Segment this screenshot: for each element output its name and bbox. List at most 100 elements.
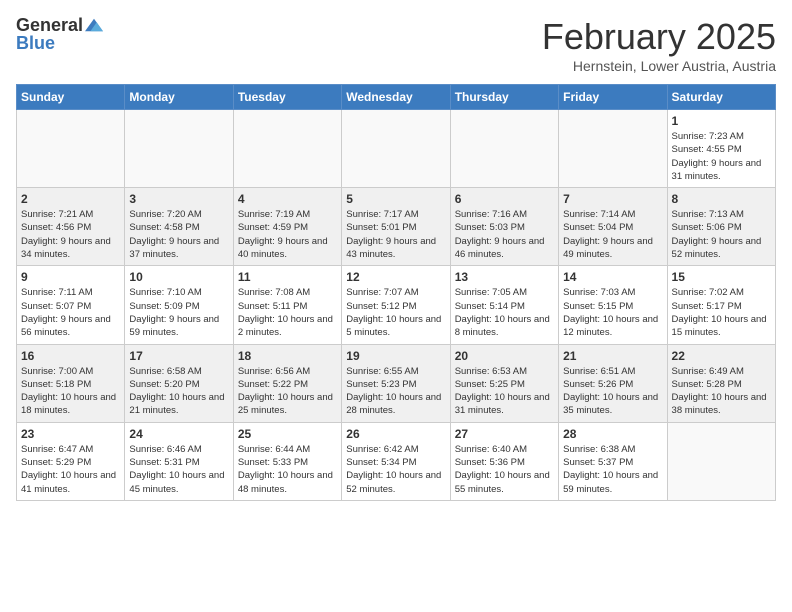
day-info: Sunrise: 7:05 AM Sunset: 5:14 PM Dayligh… bbox=[455, 286, 554, 339]
calendar-day-cell: 1 Sunrise: 7:23 AM Sunset: 4:55 PM Daylig… bbox=[667, 110, 775, 188]
day-number: 19 bbox=[346, 349, 445, 363]
day-number: 21 bbox=[563, 349, 662, 363]
day-number: 3 bbox=[129, 192, 228, 206]
day-info: Sunrise: 7:21 AM Sunset: 4:56 PM Dayligh… bbox=[21, 208, 120, 261]
day-number: 26 bbox=[346, 427, 445, 441]
weekday-header-sunday: Sunday bbox=[17, 85, 125, 110]
logo: General Blue bbox=[16, 16, 103, 52]
day-info: Sunrise: 6:58 AM Sunset: 5:20 PM Dayligh… bbox=[129, 365, 228, 418]
calendar-day-cell: 21 Sunrise: 6:51 AM Sunset: 5:26 PM Dayli… bbox=[559, 344, 667, 422]
calendar-day-cell: 16 Sunrise: 7:00 AM Sunset: 5:18 PM Dayli… bbox=[17, 344, 125, 422]
day-number: 28 bbox=[563, 427, 662, 441]
calendar-day-cell: 9 Sunrise: 7:11 AM Sunset: 5:07 PM Daylig… bbox=[17, 266, 125, 344]
day-info: Sunrise: 7:20 AM Sunset: 4:58 PM Dayligh… bbox=[129, 208, 228, 261]
day-info: Sunrise: 7:03 AM Sunset: 5:15 PM Dayligh… bbox=[563, 286, 662, 339]
day-number: 8 bbox=[672, 192, 771, 206]
calendar-day-cell: 20 Sunrise: 6:53 AM Sunset: 5:25 PM Dayli… bbox=[450, 344, 558, 422]
calendar-week-row: 16 Sunrise: 7:00 AM Sunset: 5:18 PM Dayli… bbox=[17, 344, 776, 422]
weekday-header-tuesday: Tuesday bbox=[233, 85, 341, 110]
location-title: Hernstein, Lower Austria, Austria bbox=[542, 58, 776, 74]
day-number: 1 bbox=[672, 114, 771, 128]
day-number: 23 bbox=[21, 427, 120, 441]
day-number: 6 bbox=[455, 192, 554, 206]
day-number: 5 bbox=[346, 192, 445, 206]
calendar-day-cell bbox=[342, 110, 450, 188]
weekday-header-row: SundayMondayTuesdayWednesdayThursdayFrid… bbox=[17, 85, 776, 110]
day-number: 24 bbox=[129, 427, 228, 441]
calendar-day-cell: 18 Sunrise: 6:56 AM Sunset: 5:22 PM Dayli… bbox=[233, 344, 341, 422]
day-number: 11 bbox=[238, 270, 337, 284]
day-number: 14 bbox=[563, 270, 662, 284]
calendar-day-cell: 5 Sunrise: 7:17 AM Sunset: 5:01 PM Daylig… bbox=[342, 188, 450, 266]
day-number: 2 bbox=[21, 192, 120, 206]
calendar-day-cell: 17Sunrise: 6:58 AM Sunset: 5:20 PM Dayli… bbox=[125, 344, 233, 422]
day-info: Sunrise: 7:08 AM Sunset: 5:11 PM Dayligh… bbox=[238, 286, 337, 339]
day-info: Sunrise: 7:19 AM Sunset: 4:59 PM Dayligh… bbox=[238, 208, 337, 261]
calendar-day-cell: 24 Sunrise: 6:46 AM Sunset: 5:31 PM Dayli… bbox=[125, 422, 233, 500]
calendar-day-cell: 19Sunrise: 6:55 AM Sunset: 5:23 PM Dayli… bbox=[342, 344, 450, 422]
calendar-day-cell: 11 Sunrise: 7:08 AM Sunset: 5:11 PM Dayli… bbox=[233, 266, 341, 344]
logo-general-text: General bbox=[16, 16, 83, 34]
calendar-day-cell bbox=[450, 110, 558, 188]
day-info: Sunrise: 7:11 AM Sunset: 5:07 PM Dayligh… bbox=[21, 286, 120, 339]
day-info: Sunrise: 7:14 AM Sunset: 5:04 PM Dayligh… bbox=[563, 208, 662, 261]
day-info: Sunrise: 6:53 AM Sunset: 5:25 PM Dayligh… bbox=[455, 365, 554, 418]
day-info: Sunrise: 6:44 AM Sunset: 5:33 PM Dayligh… bbox=[238, 443, 337, 496]
logo-blue-text: Blue bbox=[16, 34, 55, 52]
day-number: 20 bbox=[455, 349, 554, 363]
calendar-week-row: 1 Sunrise: 7:23 AM Sunset: 4:55 PM Daylig… bbox=[17, 110, 776, 188]
day-info: Sunrise: 7:13 AM Sunset: 5:06 PM Dayligh… bbox=[672, 208, 771, 261]
day-number: 10 bbox=[129, 270, 228, 284]
calendar-day-cell: 6 Sunrise: 7:16 AM Sunset: 5:03 PM Daylig… bbox=[450, 188, 558, 266]
day-info: Sunrise: 6:47 AM Sunset: 5:29 PM Dayligh… bbox=[21, 443, 120, 496]
day-info: Sunrise: 7:10 AM Sunset: 5:09 PM Dayligh… bbox=[129, 286, 228, 339]
day-number: 13 bbox=[455, 270, 554, 284]
day-number: 9 bbox=[21, 270, 120, 284]
day-number: 16 bbox=[21, 349, 120, 363]
calendar-day-cell bbox=[667, 422, 775, 500]
logo-icon bbox=[85, 18, 103, 32]
day-number: 7 bbox=[563, 192, 662, 206]
day-info: Sunrise: 7:23 AM Sunset: 4:55 PM Dayligh… bbox=[672, 130, 771, 183]
calendar-day-cell: 26 Sunrise: 6:42 AM Sunset: 5:34 PM Dayli… bbox=[342, 422, 450, 500]
calendar-day-cell bbox=[559, 110, 667, 188]
day-info: Sunrise: 6:51 AM Sunset: 5:26 PM Dayligh… bbox=[563, 365, 662, 418]
calendar-day-cell: 25 Sunrise: 6:44 AM Sunset: 5:33 PM Dayli… bbox=[233, 422, 341, 500]
day-info: Sunrise: 6:40 AM Sunset: 5:36 PM Dayligh… bbox=[455, 443, 554, 496]
calendar-day-cell: 27Sunrise: 6:40 AM Sunset: 5:36 PM Dayli… bbox=[450, 422, 558, 500]
day-number: 4 bbox=[238, 192, 337, 206]
day-info: Sunrise: 6:56 AM Sunset: 5:22 PM Dayligh… bbox=[238, 365, 337, 418]
month-title: February 2025 bbox=[542, 16, 776, 58]
day-info: Sunrise: 6:42 AM Sunset: 5:34 PM Dayligh… bbox=[346, 443, 445, 496]
day-info: Sunrise: 7:07 AM Sunset: 5:12 PM Dayligh… bbox=[346, 286, 445, 339]
calendar-week-row: 23 Sunrise: 6:47 AM Sunset: 5:29 PM Dayli… bbox=[17, 422, 776, 500]
day-info: Sunrise: 6:46 AM Sunset: 5:31 PM Dayligh… bbox=[129, 443, 228, 496]
calendar-day-cell: 8 Sunrise: 7:13 AM Sunset: 5:06 PM Daylig… bbox=[667, 188, 775, 266]
weekday-header-monday: Monday bbox=[125, 85, 233, 110]
weekday-header-wednesday: Wednesday bbox=[342, 85, 450, 110]
calendar-week-row: 2 Sunrise: 7:21 AM Sunset: 4:56 PM Daylig… bbox=[17, 188, 776, 266]
calendar-table: SundayMondayTuesdayWednesdayThursdayFrid… bbox=[16, 84, 776, 501]
weekday-header-saturday: Saturday bbox=[667, 85, 775, 110]
day-info: Sunrise: 7:16 AM Sunset: 5:03 PM Dayligh… bbox=[455, 208, 554, 261]
day-info: Sunrise: 7:17 AM Sunset: 5:01 PM Dayligh… bbox=[346, 208, 445, 261]
calendar-day-cell: 22 Sunrise: 6:49 AM Sunset: 5:28 PM Dayli… bbox=[667, 344, 775, 422]
weekday-header-friday: Friday bbox=[559, 85, 667, 110]
page-header: General Blue February 2025 Hernstein, Lo… bbox=[16, 16, 776, 74]
day-info: Sunrise: 7:02 AM Sunset: 5:17 PM Dayligh… bbox=[672, 286, 771, 339]
weekday-header-thursday: Thursday bbox=[450, 85, 558, 110]
calendar-day-cell: 13 Sunrise: 7:05 AM Sunset: 5:14 PM Dayli… bbox=[450, 266, 558, 344]
day-info: Sunrise: 6:49 AM Sunset: 5:28 PM Dayligh… bbox=[672, 365, 771, 418]
calendar-day-cell: 15 Sunrise: 7:02 AM Sunset: 5:17 PM Dayli… bbox=[667, 266, 775, 344]
calendar-day-cell: 23 Sunrise: 6:47 AM Sunset: 5:29 PM Dayli… bbox=[17, 422, 125, 500]
calendar-week-row: 9 Sunrise: 7:11 AM Sunset: 5:07 PM Daylig… bbox=[17, 266, 776, 344]
day-info: Sunrise: 6:38 AM Sunset: 5:37 PM Dayligh… bbox=[563, 443, 662, 496]
title-section: February 2025 Hernstein, Lower Austria, … bbox=[542, 16, 776, 74]
day-number: 15 bbox=[672, 270, 771, 284]
day-number: 22 bbox=[672, 349, 771, 363]
day-number: 18 bbox=[238, 349, 337, 363]
day-info: Sunrise: 7:00 AM Sunset: 5:18 PM Dayligh… bbox=[21, 365, 120, 418]
calendar-day-cell bbox=[125, 110, 233, 188]
calendar-day-cell: 14 Sunrise: 7:03 AM Sunset: 5:15 PM Dayli… bbox=[559, 266, 667, 344]
day-number: 25 bbox=[238, 427, 337, 441]
